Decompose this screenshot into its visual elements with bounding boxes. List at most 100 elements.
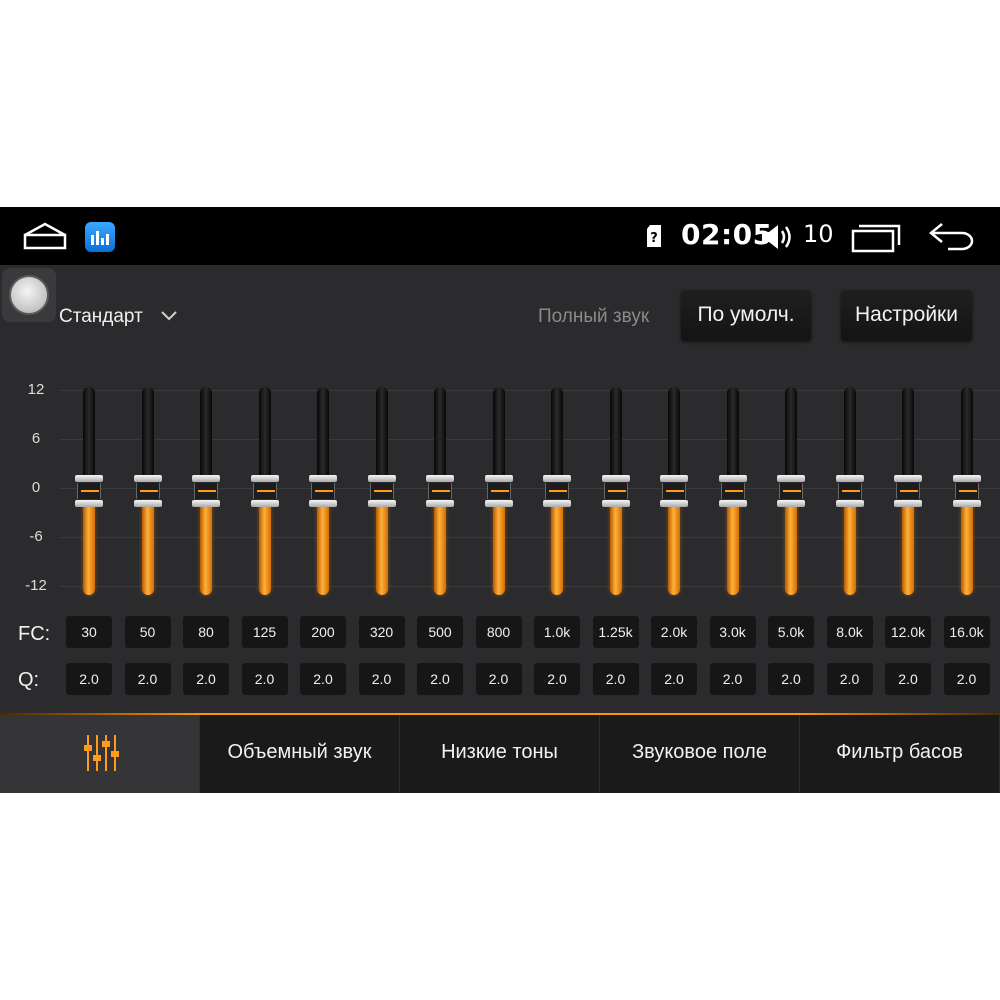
eq-slider[interactable]: [894, 387, 922, 595]
slider-track-upper: [375, 387, 388, 481]
fc-value[interactable]: 800: [475, 616, 522, 648]
fc-value[interactable]: 50: [124, 616, 171, 648]
eq-slider[interactable]: [543, 387, 571, 595]
slider-track-level: [317, 501, 329, 595]
q-value[interactable]: 2.0: [826, 663, 873, 695]
tab-3[interactable]: Звуковое поле: [600, 715, 800, 793]
slider-track-level: [609, 501, 622, 595]
eq-slider[interactable]: [835, 387, 864, 595]
slider-track-level: [200, 501, 212, 595]
fc-value[interactable]: 1.0k: [534, 616, 580, 648]
q-value[interactable]: 2.0: [768, 663, 814, 695]
slider-thumb[interactable]: [894, 475, 922, 507]
eq-slider[interactable]: [484, 387, 513, 595]
slider-track-upper: [434, 387, 446, 481]
fc-value[interactable]: 8.0k: [826, 616, 873, 648]
slider-track-upper: [785, 387, 797, 481]
eq-slider[interactable]: [777, 387, 805, 595]
slider-thumb[interactable]: [309, 475, 337, 507]
fc-value[interactable]: 320: [358, 616, 405, 648]
slider-thumb[interactable]: [718, 475, 747, 507]
fc-value[interactable]: 2.0k: [651, 616, 697, 648]
q-value[interactable]: 2.0: [124, 663, 171, 695]
slider-track-upper: [960, 387, 973, 481]
q-value[interactable]: 2.0: [475, 663, 522, 695]
slider-track-upper: [258, 387, 271, 481]
slider-track-level: [141, 501, 154, 595]
eq-slider[interactable]: [133, 387, 162, 595]
q-value[interactable]: 2.0: [241, 663, 288, 695]
fc-value[interactable]: 80: [183, 616, 229, 648]
tab-1[interactable]: Объемный звук: [200, 715, 400, 793]
q-value[interactable]: 2.0: [417, 663, 463, 695]
tab-equalizer[interactable]: [0, 715, 200, 793]
bottom-tab-bar: Объемный звук Низкие тоны Звуковое поле Фил…: [0, 715, 1000, 793]
fc-value[interactable]: 125: [241, 616, 288, 648]
q-value[interactable]: 2.0: [534, 663, 580, 695]
slider-thumb[interactable]: [192, 475, 220, 507]
tab-label: Фильтр басов: [836, 741, 963, 763]
equalizer-icon: [84, 735, 119, 771]
slider-thumb[interactable]: [75, 475, 103, 507]
tab-label: Объемный звук: [227, 741, 372, 763]
slider-track-upper: [609, 387, 622, 481]
q-value[interactable]: 2.0: [183, 663, 229, 695]
q-value[interactable]: 2.0: [592, 663, 639, 695]
slider-track-upper: [843, 387, 856, 481]
q-value[interactable]: 2.0: [358, 663, 405, 695]
eq-slider[interactable]: [718, 387, 747, 595]
slider-track-level: [902, 501, 914, 595]
eq-slider[interactable]: [367, 387, 396, 595]
fc-value[interactable]: 16.0k: [943, 616, 990, 648]
slider-track-upper: [551, 387, 563, 481]
slider-track-upper: [83, 387, 95, 481]
tab-2[interactable]: Низкие тоны: [400, 715, 600, 793]
slider-thumb[interactable]: [543, 475, 571, 507]
q-value[interactable]: 2.0: [651, 663, 697, 695]
slider-thumb[interactable]: [835, 475, 864, 507]
slider-track-upper: [492, 387, 505, 481]
eq-slider[interactable]: [309, 387, 337, 595]
eq-slider[interactable]: [952, 387, 981, 595]
slider-track-level: [83, 501, 95, 595]
slider-track-level: [960, 501, 973, 595]
slider-track-upper: [668, 387, 680, 481]
slider-thumb[interactable]: [367, 475, 396, 507]
fc-value[interactable]: 30: [66, 616, 112, 648]
tab-4[interactable]: Фильтр басов: [800, 715, 1000, 793]
slider-thumb[interactable]: [426, 475, 454, 507]
fc-value[interactable]: 500: [417, 616, 463, 648]
slider-thumb[interactable]: [660, 475, 688, 507]
slider-track-level: [843, 501, 856, 595]
eq-slider[interactable]: [601, 387, 630, 595]
slider-thumb[interactable]: [601, 475, 630, 507]
q-value[interactable]: 2.0: [885, 663, 931, 695]
q-value[interactable]: 2.0: [943, 663, 990, 695]
fc-value[interactable]: 1.25k: [592, 616, 639, 648]
eq-slider[interactable]: [75, 387, 103, 595]
slider-track-upper: [200, 387, 212, 481]
q-value[interactable]: 2.0: [66, 663, 112, 695]
slider-thumb[interactable]: [952, 475, 981, 507]
slider-track-level: [258, 501, 271, 595]
fc-value[interactable]: 200: [300, 616, 346, 648]
slider-thumb[interactable]: [484, 475, 513, 507]
slider-track-level: [492, 501, 505, 595]
slider-thumb[interactable]: [250, 475, 279, 507]
fc-value[interactable]: 5.0k: [768, 616, 814, 648]
slider-thumb[interactable]: [133, 475, 162, 507]
slider-track-level: [375, 501, 388, 595]
q-value[interactable]: 2.0: [709, 663, 756, 695]
tab-label: Низкие тоны: [441, 741, 558, 763]
fc-value[interactable]: 3.0k: [709, 616, 756, 648]
eq-slider[interactable]: [426, 387, 454, 595]
slider-track-upper: [902, 387, 914, 481]
eq-slider[interactable]: [250, 387, 279, 595]
eq-slider[interactable]: [192, 387, 220, 595]
q-value[interactable]: 2.0: [300, 663, 346, 695]
slider-track-level: [551, 501, 563, 595]
slider-thumb[interactable]: [777, 475, 805, 507]
eq-slider[interactable]: [660, 387, 688, 595]
fc-value[interactable]: 12.0k: [885, 616, 931, 648]
slider-track-upper: [317, 387, 329, 481]
